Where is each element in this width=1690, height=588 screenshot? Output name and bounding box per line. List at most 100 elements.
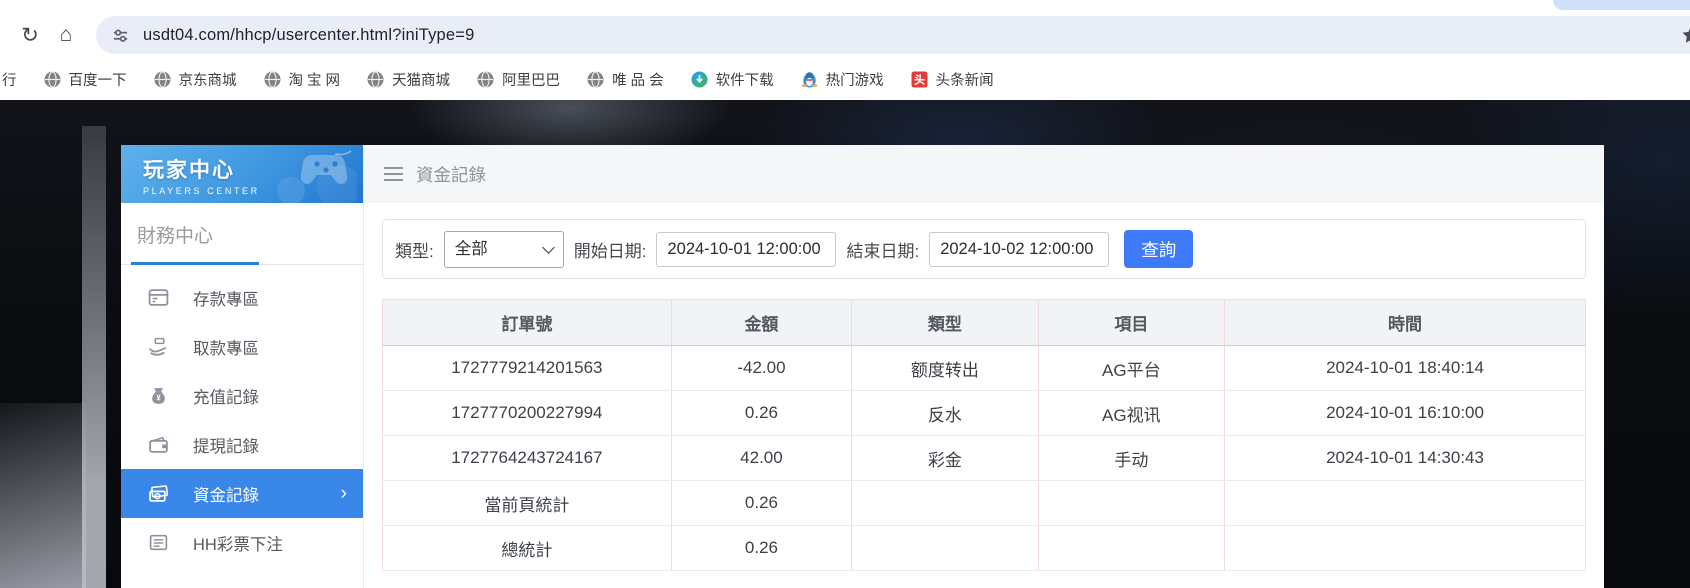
summary-label-cell: 當前頁統計: [383, 481, 672, 526]
globe-favicon-icon: [477, 71, 494, 88]
table-row: 1727764243724167 42.00 彩金 手动 2024-10-01 …: [383, 436, 1586, 481]
svg-text:头: 头: [914, 72, 925, 86]
column-order-id: 訂單號: [383, 300, 672, 346]
table-row-grand-total: 總統計 0.26: [383, 526, 1586, 571]
sidebar-item-label: 提現記錄: [193, 433, 259, 457]
browser-chrome: ↻ ⌂ usdt04.com/hhcp/usercenter.html?iniT…: [0, 0, 1690, 100]
bookmark-item-software[interactable]: 软件下载: [691, 69, 774, 90]
clipped-toolbar-icon: [1681, 25, 1690, 45]
globe-favicon-icon: [587, 71, 604, 88]
sidebar: 玩家中心 PLAYERS CENTER 財務中心: [121, 145, 363, 588]
sidebar-item-label: HH彩票下注: [193, 531, 283, 555]
start-date-input[interactable]: [656, 232, 836, 267]
gamepad-icon: [261, 147, 357, 203]
content-header: 資金記錄: [364, 145, 1604, 203]
players-center-header: 玩家中心 PLAYERS CENTER: [121, 145, 363, 203]
type-cell: 额度转出: [852, 346, 1038, 391]
fund-records-table: 訂單號 金額 類型 項目 時間 1727779214201563 -42.00: [382, 299, 1586, 571]
time-cell: [1225, 481, 1586, 526]
table-row: 1727779214201563 -42.00 额度转出 AG平台 2024-1…: [383, 346, 1586, 391]
sidebar-item-hh-lottery-bets[interactable]: HH彩票下注: [121, 518, 363, 567]
type-cell: [852, 526, 1038, 571]
item-cell: 手动: [1038, 436, 1224, 481]
bookmark-item-alibaba[interactable]: 阿里巴巴: [477, 69, 560, 90]
tab-strip-fragment: [1553, 0, 1690, 10]
sidebar-item-cashout-records[interactable]: 提現記錄: [121, 420, 363, 469]
bookmark-label: 头条新闻: [936, 69, 994, 90]
hot-games-penguin-icon: [801, 71, 818, 88]
type-label: 類型:: [395, 237, 434, 262]
bookmark-item-baidu[interactable]: 百度一下: [44, 69, 127, 90]
item-cell: [1038, 481, 1224, 526]
bookmark-item-taobao[interactable]: 淘 宝 网: [264, 69, 341, 90]
content-body: 類型: 全部 開始日期: 結束日期: 查詢: [364, 203, 1604, 587]
start-date-label: 開始日期:: [574, 237, 647, 262]
filter-bar: 類型: 全部 開始日期: 結束日期: 查詢: [382, 219, 1586, 279]
site-info-icon[interactable]: [112, 27, 129, 44]
bookmark-item-jd[interactable]: 京东商城: [154, 69, 237, 90]
bookmark-item-vip[interactable]: 唯 品 会: [587, 69, 664, 90]
user-center-panel: 玩家中心 PLAYERS CENTER 財務中心: [121, 145, 1604, 588]
funds-icon: [148, 483, 169, 504]
sidebar-item-label: 資金記錄: [193, 482, 259, 506]
item-cell: AG视讯: [1038, 391, 1224, 436]
order-id-cell: 1727779214201563: [383, 346, 672, 391]
type-select-wrap: 全部: [444, 231, 564, 268]
table-row-page-total: 當前頁統計 0.26: [383, 481, 1586, 526]
recharge-moneybag-icon: ¥: [148, 385, 169, 406]
bookmark-item-toutiao[interactable]: 头 头条新闻: [911, 69, 994, 90]
sidebar-item-label: 存款專區: [193, 286, 259, 310]
main-content: 資金記錄 類型: 全部 開始日期: 結束日期:: [363, 145, 1604, 588]
sidebar-item-label: 充值記錄: [193, 384, 259, 408]
time-cell: 2024-10-01 18:40:14: [1225, 346, 1586, 391]
hamburger-menu-icon[interactable]: [384, 167, 403, 182]
finance-center-section-title: 財務中心: [121, 203, 363, 248]
sidebar-item-label: 取款專區: [193, 335, 259, 359]
time-cell: [1225, 526, 1586, 571]
column-item: 項目: [1038, 300, 1224, 346]
order-id-cell: 1727770200227994: [383, 391, 672, 436]
bookmark-label: 热门游戏: [826, 69, 884, 90]
order-id-cell: 1727764243724167: [383, 436, 672, 481]
withdraw-icon: [148, 336, 169, 357]
bookmark-item-games[interactable]: 热门游戏: [801, 69, 884, 90]
globe-favicon-icon: [264, 71, 281, 88]
type-select[interactable]: 全部: [444, 231, 564, 268]
sidebar-item-withdraw[interactable]: 取款專區: [121, 322, 363, 371]
type-cell: 彩金: [852, 436, 1038, 481]
bookmark-label: 软件下载: [716, 69, 774, 90]
globe-favicon-icon: [367, 71, 384, 88]
bookmark-label: 淘 宝 网: [289, 69, 341, 90]
globe-favicon-icon: [154, 71, 171, 88]
amount-cell: -42.00: [671, 346, 851, 391]
home-button[interactable]: ⌂: [48, 17, 84, 53]
url-text: usdt04.com/hhcp/usercenter.html?iniType=…: [143, 26, 475, 45]
svg-text:¥: ¥: [156, 394, 161, 403]
search-button[interactable]: 查詢: [1124, 230, 1193, 268]
sidebar-item-recharge-records[interactable]: ¥ 充值記錄: [121, 371, 363, 420]
bookmark-label: 天猫商城: [392, 69, 450, 90]
bookmark-label: 唯 品 会: [612, 69, 664, 90]
reload-button[interactable]: ↻: [12, 17, 48, 53]
bookmark-item-partial[interactable]: 行: [2, 69, 17, 90]
page-title: 資金記錄: [416, 162, 486, 187]
sidebar-item-deposit[interactable]: 存款專區: [121, 273, 363, 322]
table-row: 1727770200227994 0.26 反水 AG视讯 2024-10-01…: [383, 391, 1586, 436]
lottery-list-icon: [148, 532, 169, 553]
type-cell: 反水: [852, 391, 1038, 436]
page-background: 玩家中心 PLAYERS CENTER 財務中心: [0, 100, 1690, 588]
summary-label-cell: 總統計: [383, 526, 672, 571]
column-type: 類型: [852, 300, 1038, 346]
time-cell: 2024-10-01 14:30:43: [1225, 436, 1586, 481]
globe-favicon-icon: [44, 71, 61, 88]
amount-cell: 0.26: [671, 481, 851, 526]
bookmark-label: 阿里巴巴: [502, 69, 560, 90]
bookmark-item-tmall[interactable]: 天猫商城: [367, 69, 450, 90]
sidebar-item-fund-records[interactable]: 資金記錄 ›: [121, 469, 363, 518]
software-download-icon: [691, 71, 708, 88]
sidebar-nav: 存款專區 取款專區 ¥ 充值記錄 提現記錄: [121, 265, 363, 567]
url-bar[interactable]: usdt04.com/hhcp/usercenter.html?iniType=…: [96, 16, 1690, 54]
amount-cell: 0.26: [671, 526, 851, 571]
browser-window: ↻ ⌂ usdt04.com/hhcp/usercenter.html?iniT…: [0, 0, 1690, 588]
end-date-input[interactable]: [929, 232, 1109, 267]
